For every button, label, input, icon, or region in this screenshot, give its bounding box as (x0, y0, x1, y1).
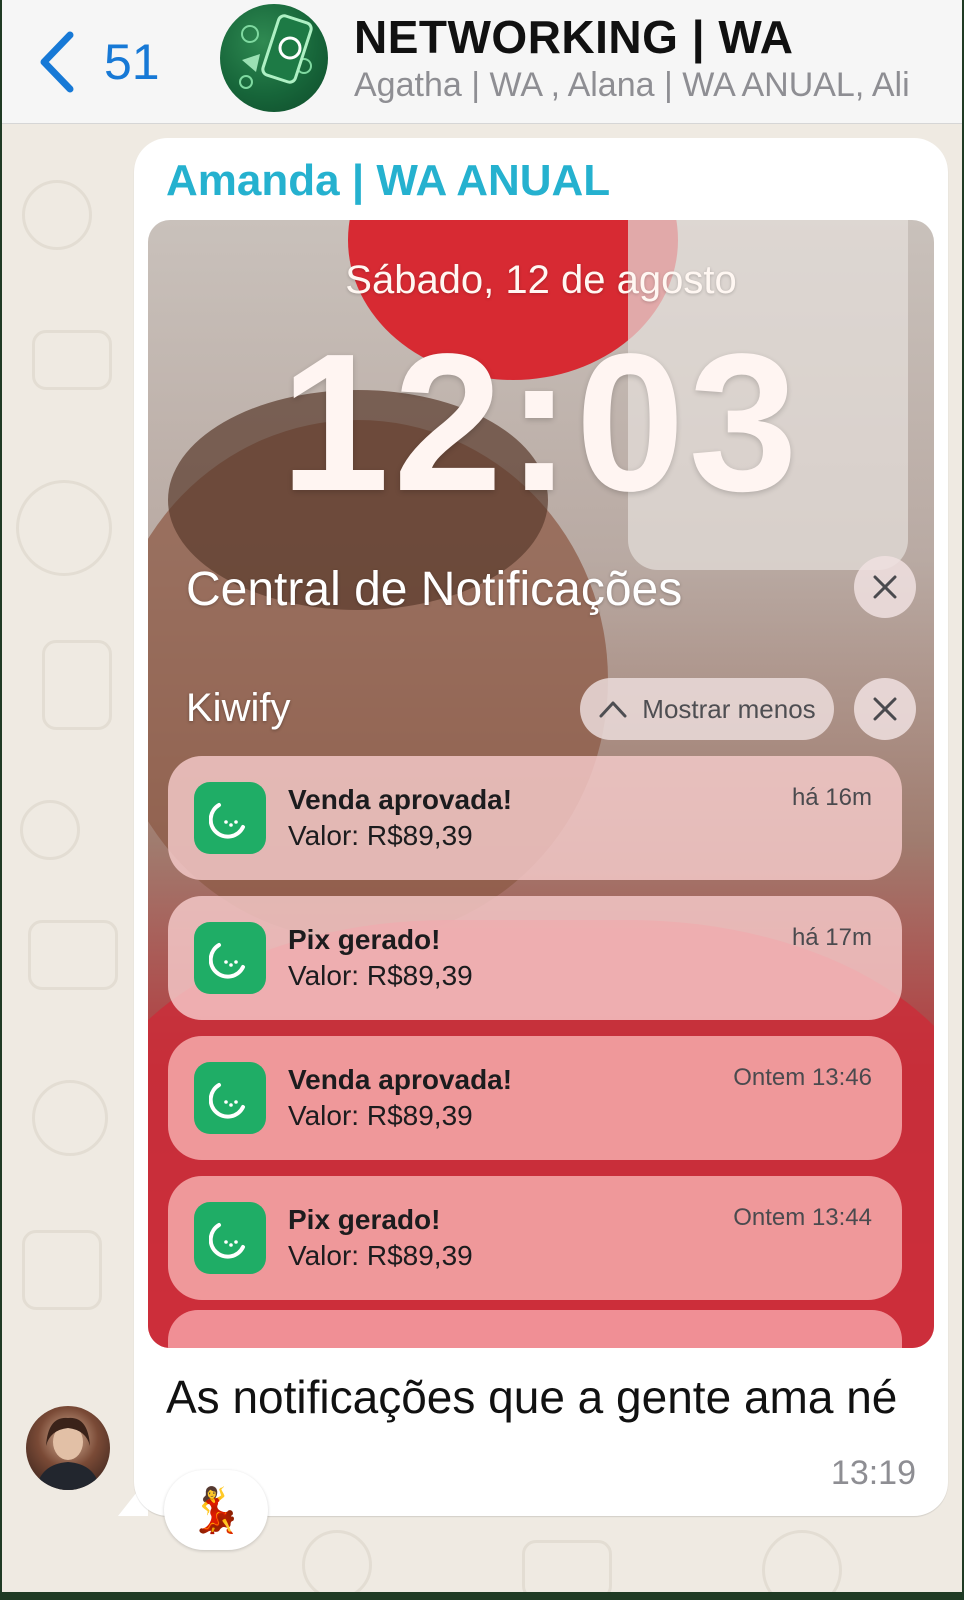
notification-card-peek (168, 1310, 902, 1348)
phone-whatsapp-icon (239, 14, 313, 89)
kiwi-icon (209, 1223, 245, 1259)
notification-card[interactable]: Venda aprovada! Valor: R$89,39 há 16m (168, 756, 902, 880)
chevron-up-icon (599, 701, 627, 718)
notification-body: Valor: R$89,39 (288, 960, 473, 991)
message-time: 13:19 (830, 1454, 916, 1492)
notification-title: Venda aprovada! (288, 1064, 513, 1095)
message-text: As notificações que a gente ama né (166, 1371, 898, 1423)
chat-header: 51 NETWORKING | WA Agatha | WA , Alana |… (2, 0, 962, 124)
notification-time: há 17m (791, 924, 872, 951)
clear-notifications-button[interactable] (854, 556, 916, 618)
show-less-button[interactable]: Mostrar menos (580, 678, 834, 740)
chat-screen: 51 NETWORKING | WA Agatha | WA , Alana |… (2, 0, 962, 1592)
show-less-label: Mostrar menos (642, 693, 816, 724)
notification-title: Pix gerado! (288, 1204, 441, 1235)
wallpaper-doodle (762, 1530, 842, 1592)
notification-time: Ontem 13:44 (733, 1204, 872, 1231)
wallpaper-doodle (32, 1080, 108, 1156)
app-group-label: Kiwify (186, 686, 291, 730)
notification-title: Venda aprovada! (288, 784, 513, 815)
group-members[interactable]: Agatha | WA , Alana | WA ANUAL, Ali (354, 66, 962, 105)
person-photo-icon (36, 1417, 100, 1490)
kiwi-icon (209, 803, 245, 839)
kiwi-icon (209, 1083, 245, 1119)
wallpaper-doodle (16, 480, 112, 576)
sender-name[interactable]: Amanda | WA ANUAL (166, 156, 610, 206)
unread-count: 51 (104, 34, 160, 90)
wallpaper-doodle (42, 640, 112, 730)
notification-time: há 16m (791, 784, 872, 811)
lock-date: Sábado, 12 de agosto (345, 258, 737, 302)
clear-group-button[interactable] (854, 678, 916, 740)
dancer-emoji-icon: 💃 (188, 1486, 244, 1535)
group-title[interactable]: NETWORKING | WA (354, 10, 793, 64)
wallpaper-doodle (28, 920, 118, 990)
wallpaper-doodle (20, 800, 80, 860)
wallpaper-doodle (22, 180, 92, 250)
notification-body: Valor: R$89,39 (288, 820, 473, 851)
group-avatar[interactable] (220, 4, 328, 112)
kiwify-app-icon (194, 922, 266, 994)
wallpaper-doodle (522, 1540, 612, 1592)
notification-center-title: Central de Notificações (186, 563, 683, 616)
wallpaper-doodle (22, 1230, 102, 1310)
message-bubble[interactable]: Amanda | WA ANUAL Sábado, 12 de agosto 1… (134, 138, 948, 1516)
wallpaper-doodle (302, 1530, 372, 1592)
kiwify-app-icon (194, 1202, 266, 1274)
notification-card[interactable]: Pix gerado! Valor: R$89,39 há 17m (168, 896, 902, 1020)
notification-time: Ontem 13:46 (733, 1064, 872, 1091)
message-reaction[interactable]: 💃 (164, 1470, 268, 1550)
notification-card[interactable]: Pix gerado! Valor: R$89,39 Ontem 13:44 (168, 1176, 902, 1300)
notification-title: Pix gerado! (288, 924, 441, 955)
lock-clock: 12:03 (280, 313, 802, 532)
notification-body: Valor: R$89,39 (288, 1100, 473, 1131)
back-button[interactable]: 51 (38, 22, 188, 102)
chevron-left-icon (40, 31, 74, 93)
wallpaper-doodle (32, 330, 112, 390)
close-icon (873, 575, 897, 599)
close-icon (873, 697, 897, 721)
kiwify-app-icon (194, 782, 266, 854)
lock-screen-image[interactable]: Sábado, 12 de agosto 12:03 Central de No… (148, 220, 934, 1348)
notification-card[interactable]: Venda aprovada! Valor: R$89,39 Ontem 13:… (168, 1036, 902, 1160)
sender-avatar[interactable] (26, 1406, 110, 1490)
notification-body: Valor: R$89,39 (288, 1240, 473, 1271)
kiwify-app-icon (194, 1062, 266, 1134)
kiwi-icon (209, 943, 245, 979)
